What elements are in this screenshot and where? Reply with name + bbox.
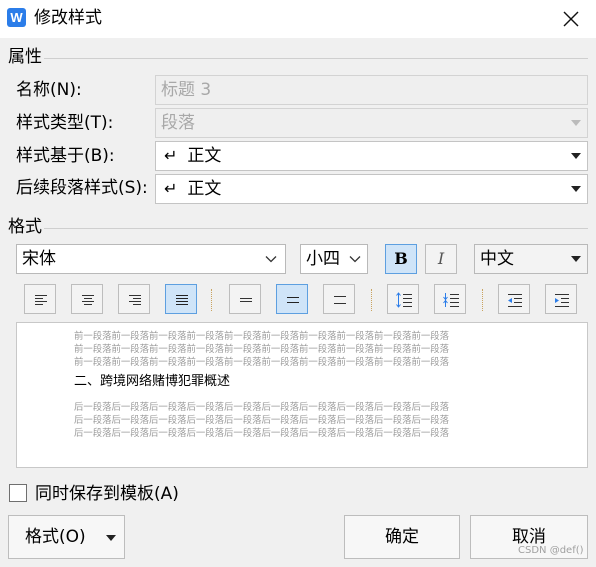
increase-paragraph-spacing-button[interactable]	[387, 284, 419, 314]
bold-button[interactable]: B	[385, 244, 417, 274]
name-label: 名称(N):	[16, 80, 82, 100]
dropdown-arrow-icon	[571, 120, 581, 126]
justify-button[interactable]	[165, 284, 197, 314]
preview-next-line: 后一段落后一段落后一段落后一段落后一段落后一段落后一段落后一段落后一段落后一段落	[74, 415, 450, 426]
single-spacing-icon	[240, 298, 252, 302]
properties-divider	[44, 58, 588, 59]
align-right-button[interactable]	[118, 284, 150, 314]
align-left-button[interactable]	[24, 284, 56, 314]
next-style-value: 正文	[187, 179, 222, 199]
dropdown-arrow-icon	[571, 256, 581, 262]
style-type-select[interactable]: 段落	[155, 108, 588, 138]
style-type-label: 样式类型(T):	[16, 113, 114, 133]
dropdown-arrow-icon	[571, 153, 581, 159]
based-on-value: 正文	[187, 146, 222, 166]
next-style-select[interactable]: ↵ 正文	[155, 174, 588, 204]
toolbar-separator	[211, 289, 212, 311]
next-style-label: 后续段落样式(S):	[16, 178, 148, 198]
preview-previous-line: 前一段落前一段落前一段落前一段落前一段落前一段落前一段落前一段落前一段落前一段落	[74, 331, 450, 342]
preview-next-line: 后一段落后一段落后一段落后一段落后一段落后一段落后一段落后一段落后一段落后一段落	[74, 428, 450, 439]
save-to-template-label[interactable]: 同时保存到模板(A)	[35, 482, 179, 506]
chevron-down-icon	[349, 256, 361, 263]
font-size-select[interactable]: 小四	[300, 244, 368, 274]
format-menu-label: 格式(O)	[25, 527, 86, 547]
close-icon[interactable]	[556, 4, 586, 34]
paragraph-return-icon: ↵	[164, 146, 178, 165]
paragraph-return-icon: ↵	[164, 179, 178, 198]
style-preview: 前一段落前一段落前一段落前一段落前一段落前一段落前一段落前一段落前一段落前一段落…	[16, 322, 588, 468]
align-center-button[interactable]	[71, 284, 103, 314]
decrease-paragraph-spacing-icon	[443, 293, 459, 307]
format-heading: 格式	[8, 217, 42, 237]
title-bar: W 修改样式	[0, 0, 596, 38]
save-to-template-checkbox[interactable]	[9, 484, 27, 502]
name-value: 标题 3	[161, 80, 212, 100]
watermark: CSDN @def()	[518, 545, 584, 556]
based-on-select[interactable]: ↵ 正文	[155, 141, 588, 171]
one-half-spacing-button[interactable]	[276, 284, 308, 314]
italic-button[interactable]: I	[425, 244, 457, 274]
properties-heading: 属性	[8, 47, 42, 67]
font-size-value: 小四	[306, 249, 340, 269]
increase-paragraph-spacing-icon	[396, 292, 412, 308]
format-menu-button[interactable]: 格式(O)	[8, 515, 125, 559]
increase-indent-button[interactable]	[545, 284, 577, 314]
preview-previous-line: 前一段落前一段落前一段落前一段落前一段落前一段落前一段落前一段落前一段落前一段落	[74, 344, 450, 355]
format-divider	[44, 228, 588, 229]
toolbar-separator	[482, 289, 483, 311]
one-half-spacing-icon	[287, 297, 299, 303]
name-field[interactable]: 标题 3	[155, 75, 588, 105]
dropdown-arrow-icon	[106, 535, 116, 541]
align-right-icon	[129, 295, 141, 305]
ok-button[interactable]: 确定	[344, 515, 460, 559]
toolbar-separator	[371, 289, 372, 311]
decrease-paragraph-spacing-button[interactable]	[434, 284, 466, 314]
justify-icon	[176, 295, 188, 305]
preview-next-line: 后一段落后一段落后一段落后一段落后一段落后一段落后一段落后一段落后一段落后一段落	[74, 402, 450, 413]
based-on-label: 样式基于(B):	[16, 146, 115, 166]
double-spacing-button[interactable]	[323, 284, 355, 314]
style-type-value: 段落	[161, 113, 195, 133]
preview-previous-line: 前一段落前一段落前一段落前一段落前一段落前一段落前一段落前一段落前一段落前一段落	[74, 357, 450, 368]
dropdown-arrow-icon	[571, 186, 581, 192]
decrease-indent-button[interactable]	[498, 284, 530, 314]
font-value: 宋体	[22, 249, 56, 269]
align-center-icon	[82, 295, 94, 305]
double-spacing-icon	[334, 296, 346, 304]
font-select[interactable]: 宋体	[16, 244, 286, 274]
script-value: 中文	[480, 249, 514, 269]
script-select[interactable]: 中文	[474, 244, 588, 274]
dialog-title: 修改样式	[34, 8, 102, 28]
increase-indent-icon	[555, 294, 569, 307]
decrease-indent-icon	[508, 294, 522, 307]
wps-writer-icon: W	[7, 8, 26, 27]
single-spacing-button[interactable]	[229, 284, 261, 314]
preview-sample-text: 二、跨境网络赌博犯罪概述	[74, 374, 231, 389]
align-left-icon	[35, 295, 47, 305]
chevron-down-icon	[265, 256, 277, 263]
